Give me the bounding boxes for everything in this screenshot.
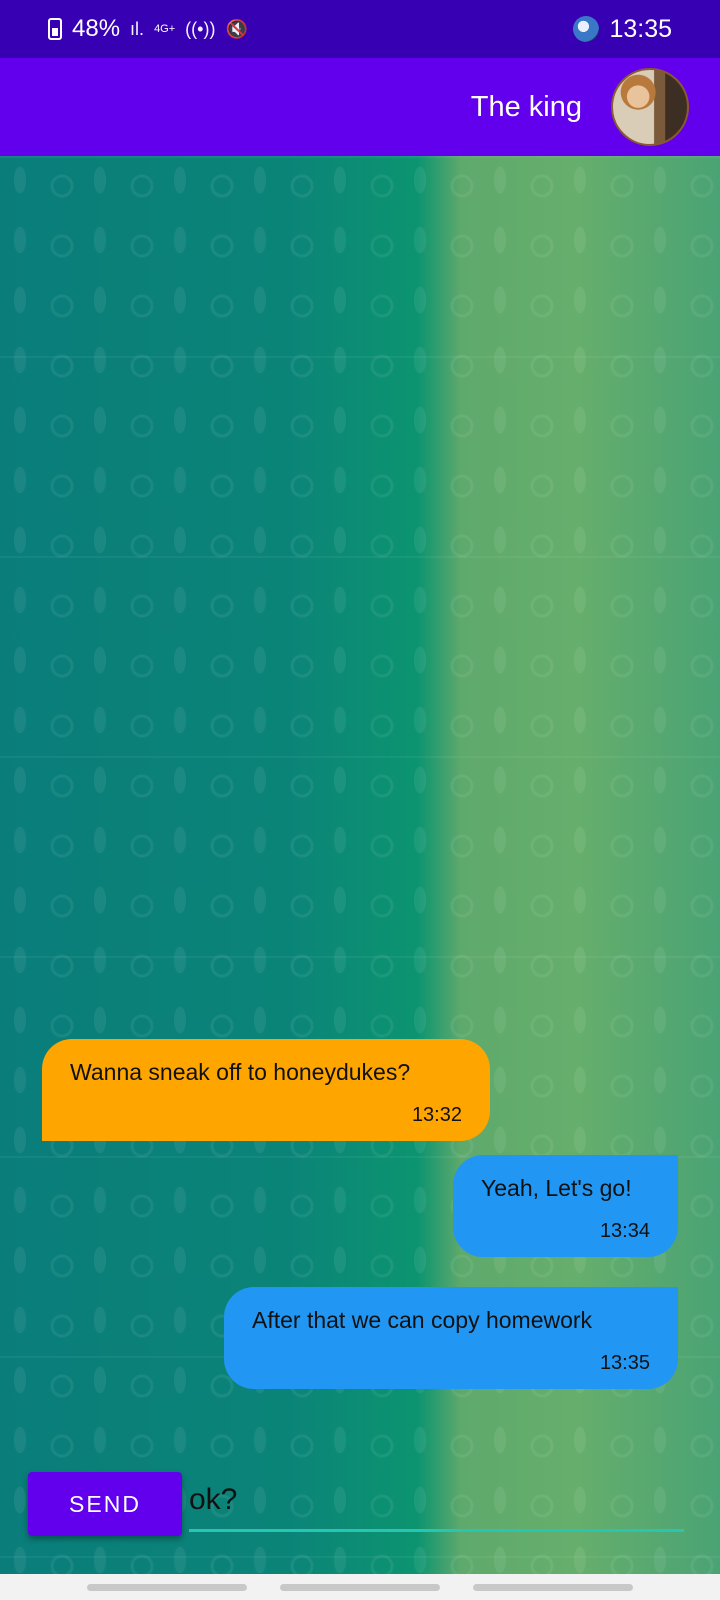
send-button[interactable]: SEND	[28, 1472, 182, 1536]
network-type: 4G+	[154, 22, 176, 35]
message-bubble-outgoing[interactable]: After that we can copy homework 13:35	[224, 1287, 678, 1389]
message-bubble-incoming[interactable]: Wanna sneak off to honeydukes? 13:32	[42, 1039, 490, 1141]
navigation-bar	[0, 1574, 720, 1600]
message-bubble-outgoing[interactable]: Yeah, Let's go! 13:34	[453, 1155, 678, 1257]
status-bar: 48% ıl. 4G+ ((•)) 🔇 13:35	[0, 0, 720, 58]
contact-avatar[interactable]	[611, 68, 689, 146]
message-text: Yeah, Let's go!	[481, 1175, 632, 1201]
app-bar: The king	[0, 58, 720, 156]
message-text: After that we can copy homework	[252, 1307, 593, 1333]
hotspot-icon: ((•))	[185, 18, 216, 39]
message-text: Wanna sneak off to honeydukes?	[70, 1059, 411, 1085]
chat-title: The king	[470, 90, 582, 123]
message-input[interactable]	[189, 1476, 684, 1532]
status-left: 48% ıl. 4G+ ((•)) 🔇	[48, 15, 248, 43]
chat-area[interactable]: Wanna sneak off to honeydukes? 13:32 Yea…	[0, 156, 720, 1574]
message-time: 13:35	[599, 1352, 650, 1374]
status-clock: 13:35	[609, 14, 672, 43]
message-time: 13:34	[599, 1220, 650, 1242]
mute-icon: 🔇	[225, 18, 248, 39]
app-notification-icon	[573, 16, 600, 42]
nav-recents-handle[interactable]	[86, 1583, 247, 1591]
battery-icon	[48, 18, 62, 40]
nav-back-handle[interactable]	[473, 1583, 634, 1591]
nav-home-handle[interactable]	[279, 1583, 440, 1591]
message-time: 13:32	[411, 1104, 462, 1126]
status-right: 13:35	[573, 15, 672, 44]
signal-icon: ıl.	[130, 18, 145, 39]
battery-level: 48%	[72, 15, 121, 42]
